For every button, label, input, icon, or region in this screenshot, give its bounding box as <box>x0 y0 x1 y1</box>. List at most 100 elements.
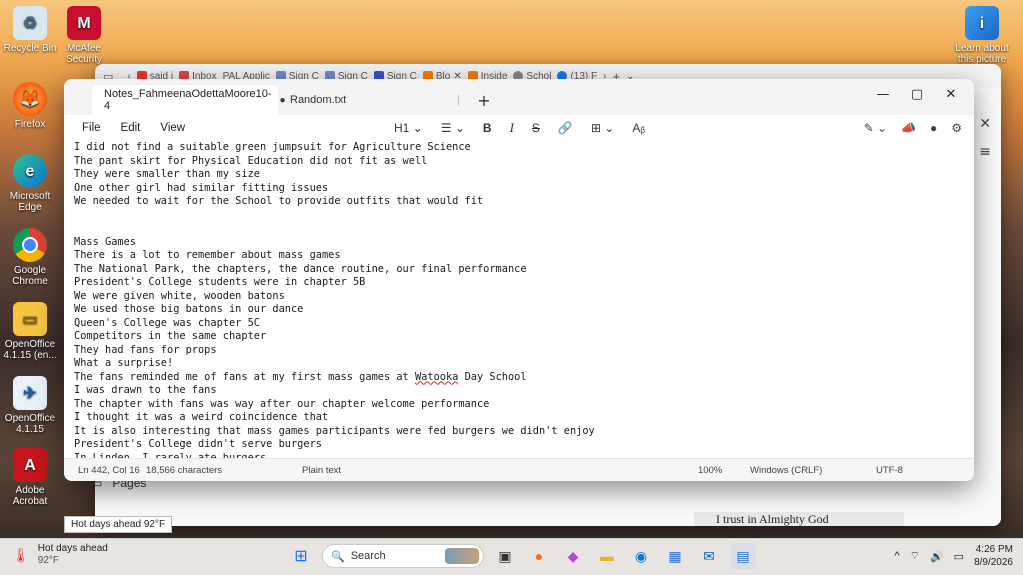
wifi-icon[interactable]: ⌔ <box>910 549 920 563</box>
new-tab-button[interactable]: + <box>472 85 496 115</box>
clear-formatting-icon[interactable]: Aᵦ <box>632 121 645 135</box>
thermometer-icon: 🌡 <box>12 547 30 563</box>
zoom-level[interactable]: 100% <box>698 465 722 476</box>
editor-line: One other girl had similar fitting issue… <box>74 181 329 194</box>
settings-icon[interactable]: ⚙ <box>951 121 962 135</box>
notepad-taskbar-icon[interactable]: ▤ <box>730 543 756 569</box>
tab-random-txt[interactable]: Random.txt | <box>278 85 472 115</box>
character-count: 18,566 characters <box>146 464 223 476</box>
outlook-icon[interactable]: ✉ <box>696 543 722 569</box>
firefox-taskbar-icon[interactable]: ● <box>526 543 552 569</box>
system-tray: ^ ⌔ 🔊 ▭ 4:26 PM 8/9/2026 <box>894 543 1013 569</box>
desktop-icon-chrome[interactable]: Google Chrome <box>0 228 60 287</box>
editor-line: It is also interesting that mass games p… <box>74 424 595 437</box>
file-explorer-icon[interactable]: ▬ <box>594 543 620 569</box>
editor-line: President's College students were in cha… <box>74 276 366 288</box>
editor-line: Mass Games <box>74 235 136 248</box>
content-card: I trust in Almighty God <box>694 512 904 526</box>
edge-taskbar-icon[interactable]: ◉ <box>628 543 654 569</box>
close-icon[interactable]: ✕ <box>979 116 991 132</box>
editor-line: President's College didn't serve burgers <box>74 438 322 450</box>
editor-line: The fans reminded me of fans at my first… <box>74 370 527 383</box>
notepad-titlebar: Notes_FahmeenaOdettaMoore10-4 ● Random.t… <box>64 79 974 115</box>
cursor-position: Ln 442, Col 16 <box>78 464 140 476</box>
clock[interactable]: 4:26 PM 8/9/2026 <box>974 543 1013 569</box>
editor-line: The National Park, the chapters, the dan… <box>74 262 527 275</box>
tab-divider: | <box>457 94 460 106</box>
text-editor[interactable]: I did not find a suitable green jumpsuit… <box>64 141 974 459</box>
menu-file[interactable]: File <box>72 122 111 134</box>
editor-line: There is a lot to remember about mass ga… <box>74 249 341 261</box>
editor-line: I did not find a suitable green jumpsuit… <box>74 141 471 153</box>
desktop-icon-firefox[interactable]: 🦊 Firefox <box>0 82 60 130</box>
desktop-icon-acrobat[interactable]: A Adobe Acrobat <box>0 448 60 507</box>
menu-view[interactable]: View <box>150 122 195 134</box>
store-icon[interactable]: ▦ <box>662 543 688 569</box>
search-highlight-icon <box>445 548 479 564</box>
folder-icon: ▭ <box>13 302 47 336</box>
file-format: Plain text <box>302 464 342 476</box>
copilot-dropdown-icon[interactable]: ✎ ⌄ <box>864 121 887 135</box>
italic-icon[interactable]: I <box>510 120 514 136</box>
minimize-icon[interactable]: — <box>866 83 900 105</box>
desktop-icon-mcafee[interactable]: M McAfee Security <box>54 6 114 65</box>
desktop-icon-edge[interactable]: e Microsoft Edge <box>0 154 60 213</box>
link-icon[interactable]: 🔗 <box>558 121 573 135</box>
info-picture-icon: i <box>965 6 999 40</box>
notepad-window: Notes_FahmeenaOdettaMoore10-4 ● Random.t… <box>64 79 974 481</box>
firefox-icon: 🦊 <box>13 82 47 116</box>
editor-line: The chapter with fans was way after our … <box>74 397 490 410</box>
desktop-icon-openoffice[interactable]: ✈ OpenOffice 4.1.15 <box>0 376 60 435</box>
editor-line: I thought it was a weird coincidence tha… <box>74 411 329 423</box>
heading-dropdown[interactable]: H1 ⌄ <box>394 121 423 135</box>
table-dropdown-icon[interactable]: ⊞ ⌄ <box>591 121 614 135</box>
chevron-up-icon[interactable]: ^ <box>894 550 899 562</box>
editor-line: What a surprise! <box>74 357 174 369</box>
notepad-menubar: File Edit View H1 ⌄ ☰ ⌄ B I S 🔗 ⊞ ⌄ Aᵦ ✎… <box>64 115 974 141</box>
status-bar: Ln 442, Col 16 18,566 characters Plain t… <box>64 458 974 481</box>
mcafee-icon: M <box>67 6 101 40</box>
menu-icon[interactable]: ≡ <box>979 144 991 160</box>
account-icon[interactable]: ● <box>930 121 937 135</box>
editor-line: They had fans for props <box>74 343 217 356</box>
weather-widget[interactable]: 🌡 Hot days ahead 92°F <box>12 543 108 567</box>
encoding[interactable]: UTF-8 <box>876 465 903 476</box>
editor-line: Competitors in the same chapter <box>74 330 267 342</box>
chrome-icon <box>13 228 47 262</box>
taskbar: 🌡 Hot days ahead 92°F ⊞ 🔍 Search ▣ ● ◆ ▬… <box>0 538 1023 575</box>
start-button[interactable]: ⊞ <box>288 543 314 569</box>
close-icon[interactable]: ✕ <box>934 83 968 105</box>
editor-line: I was drawn to the fans <box>74 384 217 396</box>
edge-icon: e <box>13 154 47 188</box>
menu-edit[interactable]: Edit <box>111 122 151 134</box>
copilot-taskbar-icon[interactable]: ◆ <box>560 543 586 569</box>
battery-icon[interactable]: ▭ <box>954 550 964 563</box>
desktop-icon-learn-picture[interactable]: i Learn about this picture <box>952 6 1012 65</box>
search-icon: 🔍 <box>331 550 345 563</box>
window-controls: — ▢ ✕ <box>866 83 968 105</box>
editor-line: The pant skirt for Physical Education di… <box>74 154 428 167</box>
line-ending[interactable]: Windows (CRLF) <box>750 465 822 476</box>
editor-line: We needed to wait for the School to prov… <box>74 195 484 207</box>
volume-icon[interactable]: 🔊 <box>930 550 944 563</box>
task-view-icon[interactable]: ▣ <box>492 543 518 569</box>
openoffice-icon: ✈ <box>13 376 47 410</box>
bold-icon[interactable]: B <box>483 121 492 135</box>
notepad-right-toolbar: ✎ ⌄ 📣 ● ⚙ <box>864 115 962 141</box>
maximize-icon[interactable]: ▢ <box>900 83 934 105</box>
search-box[interactable]: 🔍 Search <box>322 544 484 568</box>
announcement-icon[interactable]: 📣 <box>901 121 916 135</box>
tab-notes-file[interactable]: Notes_FahmeenaOdettaMoore10-4 ● <box>92 85 286 115</box>
editor-line: Queen's College was chapter 5C <box>74 316 260 329</box>
desktop-icon-recycle-bin[interactable]: ♻ Recycle Bin <box>0 6 60 54</box>
list-dropdown-icon[interactable]: ☰ ⌄ <box>441 121 465 135</box>
taskbar-center: ⊞ 🔍 Search ▣ ● ◆ ▬ ◉ ▦ ✉ ▤ <box>288 543 756 569</box>
editor-line: They were smaller than my size <box>74 168 260 180</box>
desktop-icon-openoffice-folder[interactable]: ▭ OpenOffice 4.1.15 (en... <box>0 302 60 361</box>
format-toolbar: H1 ⌄ ☰ ⌄ B I S 🔗 ⊞ ⌄ Aᵦ <box>394 115 645 141</box>
strikethrough-icon[interactable]: S <box>532 121 540 135</box>
editor-line: We used those big batons in our dance <box>74 303 304 315</box>
acrobat-icon: A <box>13 448 47 482</box>
